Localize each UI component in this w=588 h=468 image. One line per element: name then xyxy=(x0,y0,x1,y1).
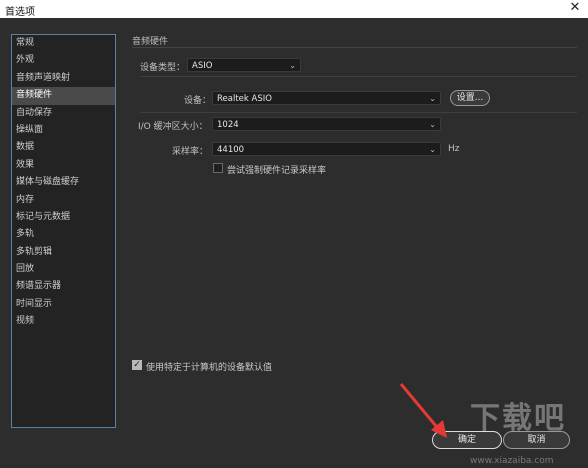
sidebar-item-playback[interactable]: 回放 xyxy=(12,261,115,278)
device-type-value: ASIO xyxy=(192,61,213,71)
sample-rate-label: 采样率： xyxy=(172,147,209,157)
sidebar-item-effects[interactable]: 效果 xyxy=(12,157,115,174)
device-settings-button[interactable]: 设置... xyxy=(450,90,490,106)
sample-rate-value: 44100 xyxy=(217,145,245,155)
device-label: 设备： xyxy=(184,96,212,106)
section-divider xyxy=(132,47,577,48)
sidebar-item-audio-hardware[interactable]: 音频硬件 xyxy=(12,87,115,105)
chevron-down-icon: ⌄ xyxy=(429,145,436,154)
title-bar: 首选项 ✕ xyxy=(0,0,588,18)
sidebar-item-video[interactable]: 视频 xyxy=(12,313,115,330)
sidebar-item-audio-channel-mapping[interactable]: 音频声道映射 xyxy=(12,70,115,87)
sidebar-item-memory[interactable]: 内存 xyxy=(12,192,115,209)
buffer-size-value: 1024 xyxy=(217,120,239,130)
sidebar-item-multitrack-clips[interactable]: 多轨剪辑 xyxy=(12,244,115,261)
preferences-dialog: 常规 外观 音频声道映射 音频硬件 自动保存 操纵面 数据 效果 媒体与磁盘缓存… xyxy=(0,18,588,468)
category-list: 常规 外观 音频声道映射 音频硬件 自动保存 操纵面 数据 效果 媒体与磁盘缓存… xyxy=(11,34,116,428)
window-title: 首选项 xyxy=(5,7,35,18)
force-sample-rate-label: 尝试强制硬件记录采样率 xyxy=(227,166,327,176)
sidebar-item-multitrack[interactable]: 多轨 xyxy=(12,226,115,243)
chevron-down-icon: ⌄ xyxy=(429,120,436,129)
sample-rate-unit: Hz xyxy=(448,144,460,154)
buffer-size-select[interactable]: 1024 ⌄ xyxy=(212,117,441,131)
chevron-down-icon: ⌄ xyxy=(289,61,296,70)
force-sample-rate-checkbox[interactable] xyxy=(213,163,223,173)
divider xyxy=(140,76,577,77)
sample-rate-select[interactable]: 44100 ⌄ xyxy=(212,142,441,156)
section-title: 音频硬件 xyxy=(132,37,169,47)
watermark-logo: 下载吧 xyxy=(470,401,566,436)
sidebar-item-data[interactable]: 数据 xyxy=(12,139,115,156)
device-select[interactable]: Realtek ASIO ⌄ xyxy=(212,91,441,105)
watermark-url: www.xiazaiba.com xyxy=(470,456,554,466)
close-icon[interactable]: ✕ xyxy=(568,1,582,15)
divider xyxy=(140,112,577,113)
sidebar-item-appearance[interactable]: 外观 xyxy=(12,52,115,69)
sidebar-item-auto-save[interactable]: 自动保存 xyxy=(12,105,115,122)
sidebar-item-general[interactable]: 常规 xyxy=(12,35,115,52)
sidebar-item-time-display[interactable]: 时间显示 xyxy=(12,296,115,313)
annotation-arrow-icon xyxy=(399,383,447,438)
sidebar-item-markers-metadata[interactable]: 标记与元数据 xyxy=(12,209,115,226)
device-value: Realtek ASIO xyxy=(217,94,272,104)
chevron-down-icon: ⌄ xyxy=(429,94,436,103)
use-defaults-checkbox[interactable]: ✓ xyxy=(132,360,142,370)
use-defaults-label: 使用特定于计算机的设备默认值 xyxy=(146,363,273,373)
device-type-label: 设备类型： xyxy=(140,63,186,73)
buffer-size-label: I/O 缓冲区大小： xyxy=(138,122,208,132)
sidebar-item-media-cache[interactable]: 媒体与磁盘缓存 xyxy=(12,174,115,191)
sidebar-item-control-surface[interactable]: 操纵面 xyxy=(12,122,115,139)
sidebar-item-spectral-display[interactable]: 频谱显示器 xyxy=(12,278,115,295)
device-type-select[interactable]: ASIO ⌄ xyxy=(187,58,301,72)
